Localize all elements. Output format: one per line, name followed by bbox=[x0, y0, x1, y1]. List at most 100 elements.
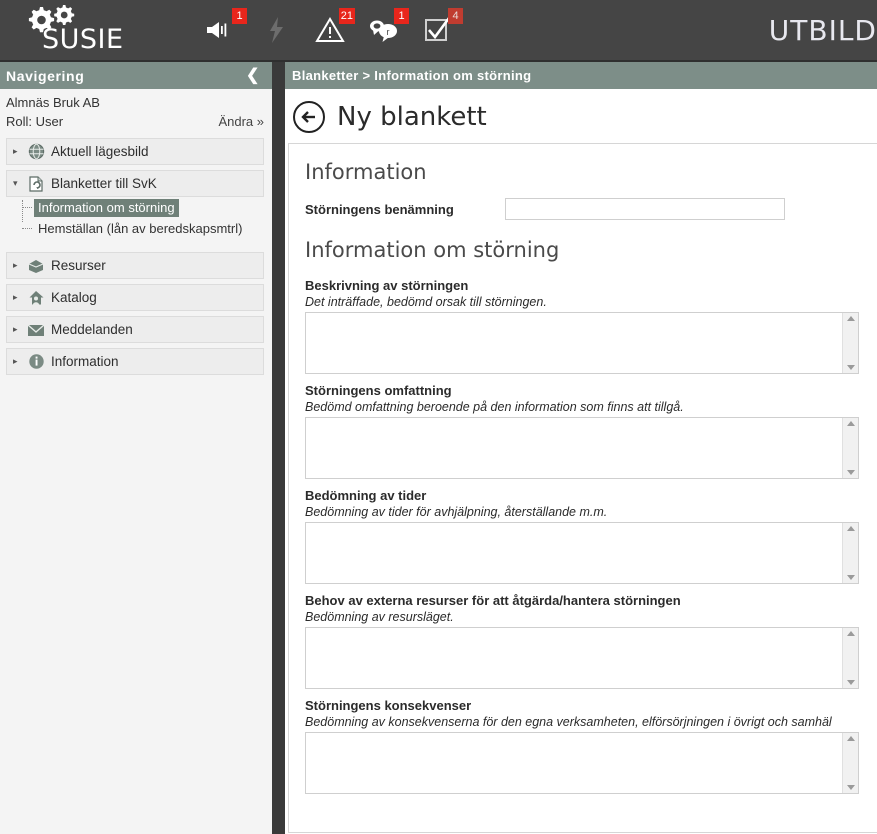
environment-label: UTBILD bbox=[768, 14, 877, 47]
scroll-up-arrow-icon[interactable] bbox=[846, 316, 855, 321]
checkbox-check-icon[interactable]: 4 bbox=[419, 8, 463, 47]
field-hint: Bedömning av konsekvenserna för den egna… bbox=[305, 715, 832, 729]
textarea-wrapper bbox=[305, 417, 859, 479]
organization-block: Almnäs Bruk AB Roll: User Ändra » bbox=[0, 89, 272, 133]
form-document-icon bbox=[24, 175, 48, 193]
page-title-row: Ny blankett bbox=[285, 89, 877, 143]
warning-badge: 21 bbox=[338, 8, 355, 24]
field-hint: Bedömning av resursläget. bbox=[305, 610, 454, 624]
section-heading-information: Information bbox=[305, 160, 427, 184]
scroll-down-arrow-icon[interactable] bbox=[846, 365, 855, 370]
sidebar-item-blanketter-till-svk[interactable]: ▾ Blanketter till SvK bbox=[6, 170, 264, 197]
svg-text:r: r bbox=[387, 27, 390, 37]
speech-bubbles-icon[interactable]: r 1 bbox=[365, 8, 409, 47]
scroll-down-arrow-icon[interactable] bbox=[846, 680, 855, 685]
resurser-textarea[interactable] bbox=[306, 628, 842, 688]
role-label: Roll: User bbox=[6, 114, 64, 129]
field-hint: Det inträffade, bedömd orsak till störni… bbox=[305, 295, 547, 309]
textarea-wrapper bbox=[305, 312, 859, 374]
sidebar-subitem-label: Hemställan (lån av beredskapsmtrl) bbox=[38, 220, 243, 236]
breadcrumb: Blanketter > Information om störning bbox=[285, 62, 877, 89]
panel-divider bbox=[272, 62, 285, 834]
sidebar-title: Navigering bbox=[6, 67, 85, 84]
field-beskrivning-av-storningen: Beskrivning av störningen Det inträffade… bbox=[305, 278, 877, 374]
field-label: Behov av externa resurser för att åtgärd… bbox=[305, 593, 681, 608]
sidebar-item-meddelanden[interactable]: ▸ Meddelanden bbox=[6, 316, 264, 343]
field-label: Beskrivning av störningen bbox=[305, 278, 469, 293]
scroll-down-arrow-icon[interactable] bbox=[846, 470, 855, 475]
omfattning-textarea[interactable] bbox=[306, 418, 842, 478]
field-bedomning-av-tider: Bedömning av tider Bedömning av tider fö… bbox=[305, 488, 877, 584]
sidebar-subitem-hemstallan[interactable]: Hemställan (lån av beredskapsmtrl) bbox=[22, 219, 264, 238]
brand-logo[interactable]: SUSIE bbox=[0, 0, 175, 61]
sidebar-item-aktuell-lagesbild[interactable]: ▸ Aktuell lägesbild bbox=[6, 138, 264, 165]
collapse-chevron-icon[interactable]: ❮ bbox=[246, 67, 264, 84]
sidebar-subitem-label: Information om störning bbox=[34, 198, 179, 217]
field-hint: Bedömning av tider för avhjälpning, åter… bbox=[305, 505, 608, 519]
storningens-benamning-input[interactable] bbox=[505, 198, 785, 220]
section-heading-information-om-storning: Information om störning bbox=[305, 238, 560, 262]
chevron-down-icon: ▾ bbox=[13, 178, 18, 188]
field-storningens-omfattning: Störningens omfattning Bedömd omfattning… bbox=[305, 383, 877, 479]
textarea-wrapper bbox=[305, 732, 859, 794]
scroll-up-arrow-icon[interactable] bbox=[846, 421, 855, 426]
sidebar-item-resurser[interactable]: ▸ Resurser bbox=[6, 252, 264, 279]
main-content: Blanketter > Information om störning Ny … bbox=[285, 62, 877, 834]
info-circle-icon bbox=[24, 353, 48, 370]
konsekvenser-textarea[interactable] bbox=[306, 733, 842, 793]
field-label: Störningens konsekvenser bbox=[305, 698, 472, 713]
textarea-scrollbar[interactable] bbox=[842, 418, 858, 478]
chevron-right-icon: ▸ bbox=[13, 324, 18, 334]
sidebar-item-information[interactable]: ▸ Information bbox=[6, 348, 264, 375]
field-behov-av-externa-resurser: Behov av externa resurser för att åtgärd… bbox=[305, 593, 877, 689]
sidebar-subtree: Information om störning Hemställan (lån … bbox=[20, 198, 264, 238]
beskrivning-textarea[interactable] bbox=[306, 313, 842, 373]
chevron-right-icon: ▸ bbox=[13, 292, 18, 302]
warning-triangle-icon[interactable]: 21 bbox=[311, 8, 355, 47]
field-storningens-konsekvenser: Störningens konsekvenser Bedömning av ko… bbox=[305, 698, 877, 794]
field-label: Störningens omfattning bbox=[305, 383, 452, 398]
field-label: Bedömning av tider bbox=[305, 488, 427, 503]
speaker-icon[interactable]: 1 bbox=[203, 8, 247, 47]
tider-textarea[interactable] bbox=[306, 523, 842, 583]
textarea-wrapper bbox=[305, 522, 859, 584]
chevron-right-icon: ▸ bbox=[13, 146, 18, 156]
scroll-down-arrow-icon[interactable] bbox=[846, 785, 855, 790]
lightning-bolt-icon[interactable] bbox=[257, 13, 295, 47]
chevron-right-icon: ▸ bbox=[13, 260, 18, 270]
scroll-down-arrow-icon[interactable] bbox=[846, 575, 855, 580]
sidebar-subitem-information-om-storning[interactable]: Information om störning bbox=[22, 198, 264, 217]
tasks-badge: 4 bbox=[448, 8, 463, 24]
app-root: SUSIE 1 21 r 1 4 UTBILD Navigering ❮ Alm… bbox=[0, 0, 877, 834]
sidebar-item-label: Aktuell lägesbild bbox=[51, 144, 149, 159]
sidebar-item-katalog[interactable]: ▸ Katalog bbox=[6, 284, 264, 311]
sidebar-item-label: Meddelanden bbox=[51, 322, 133, 337]
brand-name: SUSIE bbox=[42, 24, 124, 55]
scroll-up-arrow-icon[interactable] bbox=[846, 736, 855, 741]
messages-badge: 1 bbox=[394, 8, 409, 24]
header-icon-group: 1 21 r 1 4 bbox=[203, 0, 463, 61]
field-hint: Bedömd omfattning beroende på den inform… bbox=[305, 400, 684, 414]
storningens-benamning-field: Störningens benämning bbox=[305, 198, 877, 220]
textarea-wrapper bbox=[305, 627, 859, 689]
textarea-scrollbar[interactable] bbox=[842, 523, 858, 583]
form-card: Information Störningens benämning Inform… bbox=[288, 143, 877, 833]
top-header-bar: SUSIE 1 21 r 1 4 UTBILD bbox=[0, 0, 877, 62]
textarea-scrollbar[interactable] bbox=[842, 733, 858, 793]
envelope-icon bbox=[24, 323, 48, 337]
sidebar-header: Navigering ❮ bbox=[0, 62, 272, 89]
chevron-right-icon: ▸ bbox=[13, 356, 18, 366]
sidebar-item-label: Resurser bbox=[51, 258, 106, 273]
sidebar-item-label: Blanketter till SvK bbox=[51, 176, 157, 191]
textarea-scrollbar[interactable] bbox=[842, 313, 858, 373]
globe-icon bbox=[24, 143, 48, 160]
scroll-up-arrow-icon[interactable] bbox=[846, 526, 855, 531]
package-box-icon bbox=[24, 257, 48, 274]
textarea-scrollbar[interactable] bbox=[842, 628, 858, 688]
sidebar-item-label: Information bbox=[51, 354, 119, 369]
house-person-icon bbox=[24, 289, 48, 306]
change-role-link[interactable]: Ändra » bbox=[218, 114, 264, 129]
page-title: Ny blankett bbox=[337, 102, 487, 132]
back-arrow-icon[interactable] bbox=[293, 101, 325, 133]
scroll-up-arrow-icon[interactable] bbox=[846, 631, 855, 636]
